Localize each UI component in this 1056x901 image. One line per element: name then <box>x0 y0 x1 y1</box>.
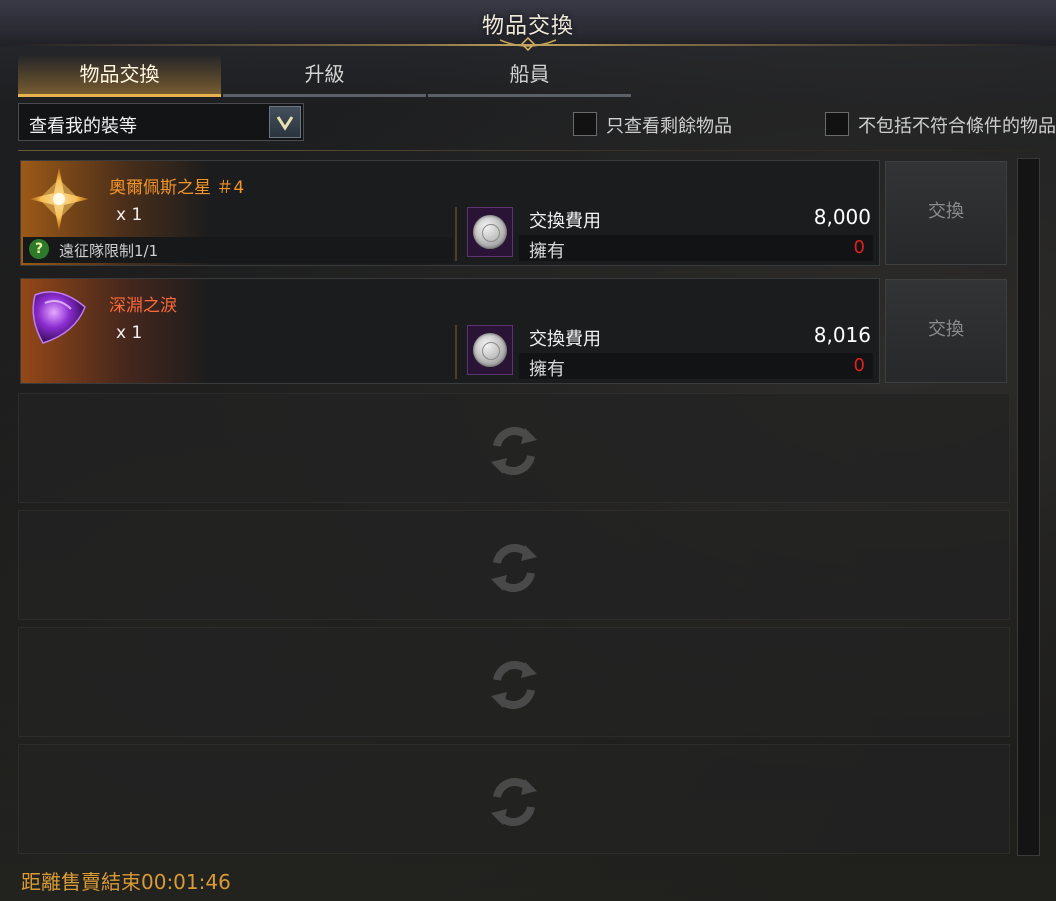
silver-coin-icon <box>467 325 513 375</box>
owned-bar: 擁有 0 <box>519 235 873 262</box>
exchange-item-row: 深淵之淚 x 1 交換費用 8,016 擁有 0 <box>20 278 880 384</box>
chevron-down-icon[interactable] <box>269 106 301 138</box>
scrollbar[interactable] <box>1017 158 1040 856</box>
gear-filter-dropdown[interactable]: 查看我的裝等 <box>18 103 304 141</box>
exchange-item-row: 奧爾佩斯之星 ＃4 x 1 ? 遠征隊限制1/1 交換費用 8,000 擁有 0 <box>20 160 880 266</box>
item-quantity: x 1 <box>116 323 143 343</box>
cost-label: 交換費用 <box>529 211 601 232</box>
checkbox-box[interactable] <box>573 112 597 136</box>
cost-label: 交換費用 <box>529 329 601 350</box>
empty-slot <box>18 393 1010 503</box>
title-divider <box>0 44 1056 46</box>
tab-upgrade[interactable]: 升級 <box>223 54 426 97</box>
checkbox-box[interactable] <box>825 112 849 136</box>
exchange-button[interactable]: 交換 <box>885 161 1007 265</box>
exchange-button[interactable]: 交換 <box>885 279 1007 383</box>
cost-value: 8,016 <box>813 323 871 347</box>
limit-bar: ? 遠征隊限制1/1 <box>23 237 453 263</box>
empty-slot <box>18 627 1010 737</box>
purple-gem-icon <box>32 291 86 344</box>
cost-value: 8,000 <box>813 205 871 229</box>
exchange-arrows-icon <box>491 778 537 826</box>
owned-label: 擁有 <box>529 241 565 262</box>
empty-slot <box>18 744 1010 854</box>
owned-value: 0 <box>853 355 865 376</box>
item-name: 奧爾佩斯之星 ＃4 <box>109 178 245 198</box>
limit-text: 遠征隊限制1/1 <box>59 242 159 260</box>
divider <box>18 150 1038 151</box>
owned-value: 0 <box>853 237 865 258</box>
exchange-arrows-icon <box>491 661 537 709</box>
sale-timer: 距離售賣結束00:01:46 <box>21 870 231 894</box>
tab-crew[interactable]: 船員 <box>428 54 631 97</box>
owned-bar: 擁有 0 <box>519 353 873 380</box>
item-quantity: x 1 <box>116 205 143 225</box>
divider <box>455 325 457 379</box>
checkbox-label: 只查看剩餘物品 <box>606 116 732 137</box>
question-icon[interactable]: ? <box>29 239 49 259</box>
checkbox-label: 不包括不符合條件的物品 <box>858 116 1056 137</box>
exchange-arrows-icon <box>491 427 537 475</box>
empty-slot <box>18 510 1010 620</box>
item-name: 深淵之淚 <box>109 296 177 316</box>
tab-item-exchange[interactable]: 物品交換 <box>18 54 221 97</box>
title-bar: 物品交換 <box>0 0 1056 52</box>
dropdown-selected-value: 查看我的裝等 <box>29 116 137 137</box>
divider <box>455 207 457 261</box>
silver-coin-icon <box>467 207 513 257</box>
exchange-arrows-icon <box>491 544 537 592</box>
star-icon <box>29 167 89 231</box>
owned-label: 擁有 <box>529 359 565 380</box>
